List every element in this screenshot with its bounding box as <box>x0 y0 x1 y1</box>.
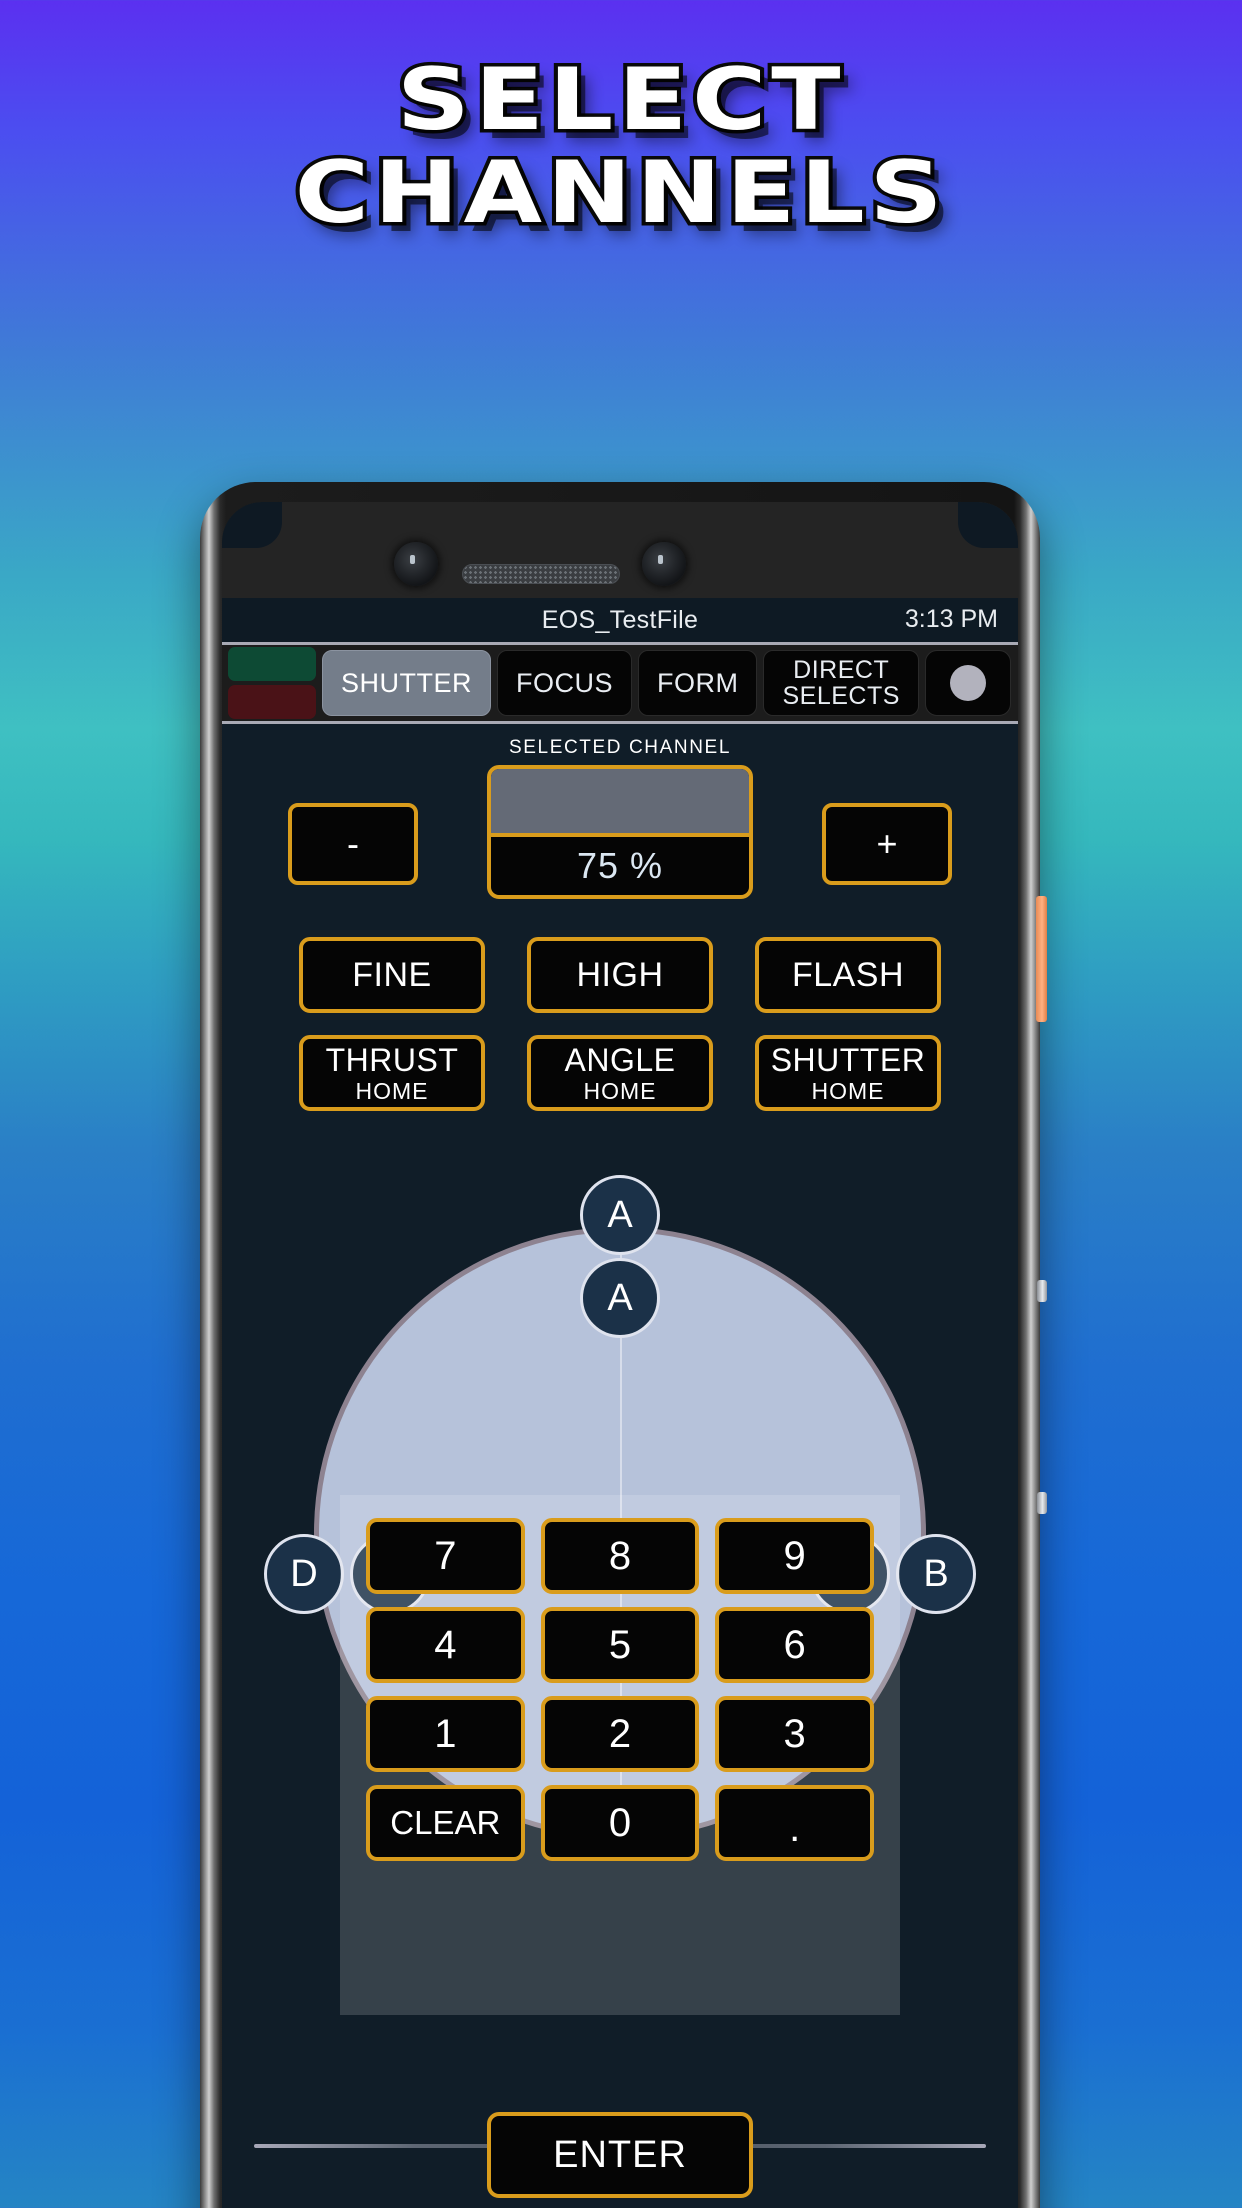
key-2[interactable]: 2 <box>540 1696 700 1772</box>
decrement-button[interactable]: - <box>288 803 418 885</box>
status-clock: 3:13 PM <box>904 605 998 633</box>
key-1[interactable]: 1 <box>366 1696 525 1772</box>
phone-screen-area: EOS_TestFile 3:13 PM SHUTTER FOCUS FORM <box>222 502 1018 2208</box>
poster-title-line-2: CHANNELS <box>291 142 948 243</box>
volume-up-button[interactable] <box>1037 1280 1047 1302</box>
angle-home-button[interactable]: ANGLE HOME <box>527 1035 713 1111</box>
angle-button-label: ANGLE <box>564 1041 676 1078</box>
tab-form[interactable]: FORM <box>638 650 758 716</box>
key-decimal[interactable]: . <box>715 1785 874 1861</box>
channel-level-bar[interactable] <box>491 769 749 837</box>
key-6[interactable]: 6 <box>715 1607 874 1683</box>
status-indicator-pair <box>228 647 316 719</box>
key-3[interactable]: 3 <box>715 1696 874 1772</box>
key-7[interactable]: 7 <box>366 1518 525 1594</box>
tab-shutter-label: SHUTTER <box>341 667 472 698</box>
channel-value: 75 % <box>576 845 664 886</box>
key-5[interactable]: 5 <box>540 1607 700 1683</box>
tab-focus-label: FOCUS <box>516 667 613 698</box>
increment-button[interactable]: + <box>822 803 952 885</box>
status-bar: EOS_TestFile 3:13 PM <box>222 598 1018 642</box>
function-row-2: THRUST HOME ANGLE HOME SHUTTER HOME <box>222 1035 1018 1111</box>
shutter-button-label: SHUTTER <box>770 1041 926 1078</box>
selected-channel-label: SELECTED CHANNEL <box>509 737 731 758</box>
circle-icon <box>949 665 986 701</box>
angle-button-sublabel: HOME <box>583 1077 657 1104</box>
poster-title-line-1: SELECT <box>393 50 846 150</box>
phone-mockup: EOS_TestFile 3:13 PM SHUTTER FOCUS FORM <box>200 482 1047 2208</box>
tab-record-button[interactable] <box>924 650 1011 716</box>
poster-title: SELECT CHANNELS <box>0 50 1242 243</box>
wheel-bubble-a-inner[interactable]: A <box>580 1258 660 1338</box>
status-filename: EOS_TestFile <box>541 605 699 634</box>
wheel-bubble-d-outer[interactable]: D <box>264 1534 344 1614</box>
status-indicator-green <box>228 647 316 681</box>
key-9[interactable]: 9 <box>715 1518 874 1594</box>
tab-bar: SHUTTER FOCUS FORM DIRECT SELECTS <box>222 642 1018 724</box>
wheel-bubble-b-outer[interactable]: B <box>896 1534 976 1614</box>
shutter-button-sublabel: HOME <box>811 1077 885 1104</box>
tab-direct-selects-label-2: SELECTS <box>782 682 900 710</box>
high-button-label: HIGH <box>576 956 664 994</box>
shutter-home-button[interactable]: SHUTTER HOME <box>755 1035 941 1111</box>
phone-top-bezel <box>222 502 1018 598</box>
wheel-bubble-a-outer[interactable]: A <box>580 1175 660 1255</box>
channel-value-box[interactable]: 75 % <box>487 765 753 899</box>
encoder-wheel-area: A A D D B B 7 8 9 4 5 6 1 2 3 <box>222 1175 1018 2015</box>
thrust-home-button[interactable]: THRUST HOME <box>299 1035 485 1111</box>
keypad-grid: 7 8 9 4 5 6 1 2 3 CLEAR 0 . <box>340 1495 900 1861</box>
front-camera-right-icon <box>642 542 686 586</box>
status-indicator-red <box>228 685 316 719</box>
function-row-1: FINE HIGH FLASH <box>222 937 1018 1013</box>
key-4[interactable]: 4 <box>366 1607 525 1683</box>
fine-button-label: FINE <box>352 956 432 994</box>
tab-form-label: FORM <box>657 667 739 698</box>
volume-down-button[interactable] <box>1037 1492 1047 1514</box>
flash-button-label: FLASH <box>791 956 905 994</box>
front-camera-left-icon <box>394 542 438 586</box>
key-0[interactable]: 0 <box>540 1785 700 1861</box>
tab-direct-selects-label-1: DIRECT <box>793 655 890 684</box>
key-clear[interactable]: CLEAR <box>366 1785 525 1861</box>
tab-shutter[interactable]: SHUTTER <box>322 650 491 716</box>
key-8[interactable]: 8 <box>540 1518 700 1594</box>
fine-button[interactable]: FINE <box>299 937 485 1013</box>
high-button[interactable]: HIGH <box>527 937 713 1013</box>
app-screen: EOS_TestFile 3:13 PM SHUTTER FOCUS FORM <box>222 598 1018 2208</box>
tab-direct-selects[interactable]: DIRECT SELECTS <box>763 650 919 716</box>
earpiece-speaker-icon <box>462 564 620 584</box>
flash-button[interactable]: FLASH <box>755 937 941 1013</box>
enter-button[interactable]: ENTER <box>487 2112 753 2198</box>
power-button[interactable] <box>1036 896 1047 1022</box>
channel-control-row: - 75 % + <box>222 765 1018 915</box>
bottom-bar: ENTER <box>222 2092 1018 2208</box>
tab-focus[interactable]: FOCUS <box>497 650 632 716</box>
thrust-button-label: THRUST <box>325 1041 459 1078</box>
thrust-button-sublabel: HOME <box>355 1077 429 1104</box>
numeric-keypad: 7 8 9 4 5 6 1 2 3 CLEAR 0 . <box>340 1495 900 2015</box>
